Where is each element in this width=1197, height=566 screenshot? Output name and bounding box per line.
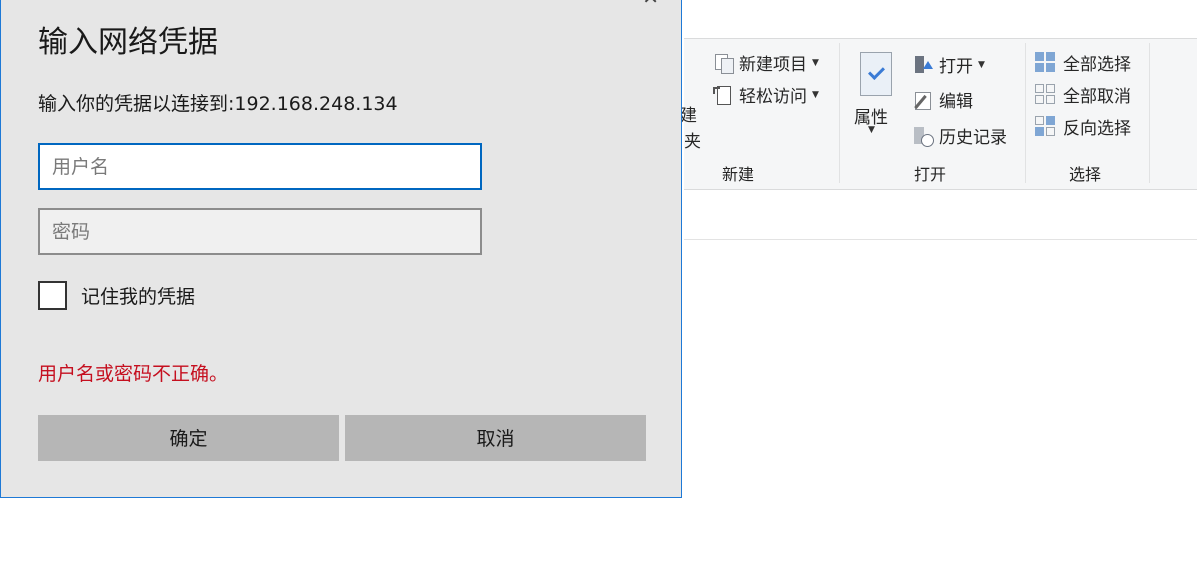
open-button[interactable]: 打开 ▼ [913, 52, 985, 77]
select-none-icon [1035, 83, 1057, 106]
ribbon-divider [1025, 43, 1026, 183]
select-all-icon [1035, 51, 1057, 74]
ribbon-partial-text-2: 夹 [684, 132, 701, 152]
history-button[interactable]: 历史记录 [913, 123, 1007, 148]
password-input[interactable] [38, 208, 482, 255]
group-label-select: 选择 [1068, 165, 1101, 184]
properties-icon [860, 52, 892, 96]
easy-access-icon [713, 85, 733, 105]
dialog-message: 输入你的凭据以连接到:192.168.248.134 [38, 93, 398, 115]
easy-access-button[interactable]: 轻松访问 ▼ [713, 82, 819, 107]
invert-selection-icon [1035, 115, 1057, 138]
remember-credentials-checkbox[interactable] [38, 281, 67, 310]
select-all-button[interactable]: 全部选择 [1035, 50, 1131, 75]
remember-credentials-label[interactable]: 记住我的凭据 [81, 282, 195, 309]
history-label: 历史记录 [939, 128, 1007, 148]
ok-button[interactable]: 确定 [38, 415, 339, 461]
open-label: 打开 [939, 57, 973, 77]
chevron-down-icon: ▼ [812, 89, 819, 100]
group-label-open: 打开 [913, 165, 946, 184]
cancel-button[interactable]: 取消 [345, 415, 646, 461]
group-label-new: 新建 [721, 165, 754, 184]
open-icon [913, 55, 933, 75]
history-icon [913, 126, 934, 147]
select-none-button[interactable]: 全部取消 [1035, 82, 1131, 107]
chevron-down-icon: ▼ [868, 125, 875, 135]
invert-selection-label: 反向选择 [1063, 119, 1131, 139]
select-none-label: 全部取消 [1063, 87, 1131, 107]
username-input[interactable] [38, 143, 482, 190]
edit-icon [913, 90, 933, 110]
new-item-button[interactable]: 新建项目 ▼ [713, 50, 819, 75]
invert-selection-button[interactable]: 反向选择 [1035, 114, 1131, 139]
explorer-ribbon: 建 夹 新建项目 ▼ 轻松访问 ▼ 新建 属性 ▼ 打开 ▼ 编辑 历史记录 打… [680, 38, 1197, 190]
close-icon[interactable]: ✕ [642, 0, 659, 9]
ribbon-partial-text-1: 建 [680, 106, 697, 126]
ribbon-divider [1149, 43, 1150, 183]
chevron-down-icon: ▼ [978, 59, 985, 70]
dialog-title: 输入网络凭据 [38, 25, 218, 60]
select-all-label: 全部选择 [1063, 55, 1131, 75]
new-item-icon [713, 53, 734, 74]
chevron-down-icon: ▼ [812, 57, 819, 68]
edit-button[interactable]: 编辑 [913, 87, 973, 112]
edit-label: 编辑 [939, 92, 973, 112]
credential-dialog: ✕ 输入网络凭据 输入你的凭据以连接到:192.168.248.134 记住我的… [0, 0, 682, 498]
ribbon-divider [839, 43, 840, 183]
new-item-label: 新建项目 [739, 55, 807, 75]
error-message: 用户名或密码不正确。 [38, 363, 229, 385]
address-bar-area [684, 194, 1197, 240]
easy-access-label: 轻松访问 [739, 87, 807, 107]
